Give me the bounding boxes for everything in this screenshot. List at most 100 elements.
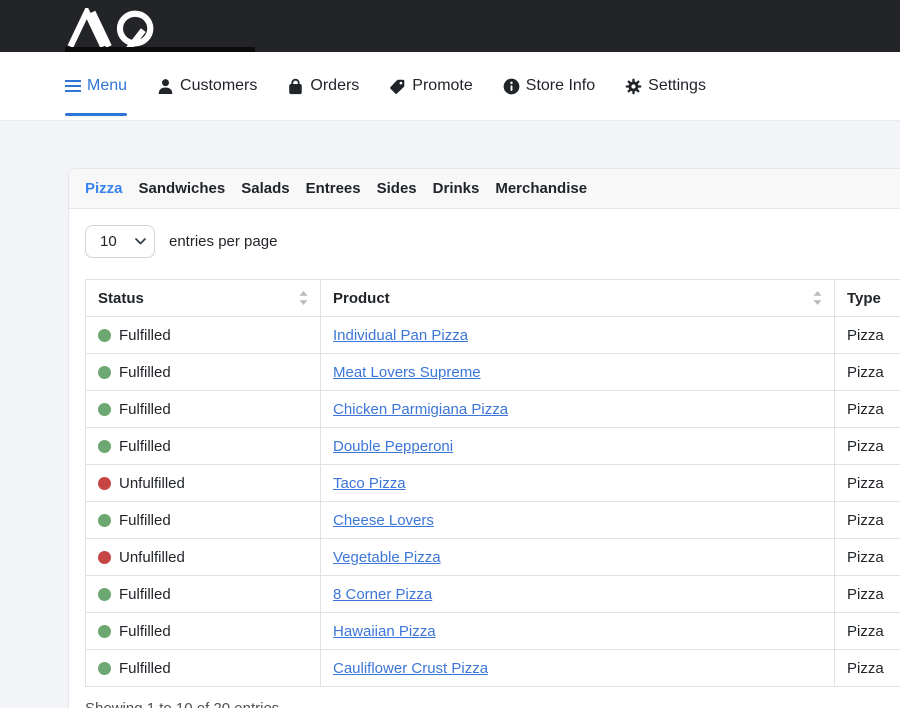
table-row: Unfulfilled Vegetable Pizza Pizza — [86, 539, 900, 576]
status-label: Fulfilled — [119, 512, 171, 529]
table-body: Fulfilled Individual Pan Pizza Pizza — [86, 317, 900, 687]
category-tab[interactable]: Drinks — [433, 180, 480, 197]
nav-item-menu[interactable]: Menu — [65, 52, 127, 120]
type-cell: Pizza — [835, 465, 900, 502]
product-cell: Meat Lovers Supreme — [321, 354, 835, 391]
product-link[interactable]: Meat Lovers Supreme — [333, 364, 481, 381]
status-dot — [98, 403, 111, 416]
status-label: Fulfilled — [119, 586, 171, 603]
shopping-bag-icon — [287, 78, 304, 95]
product-link[interactable]: Chicken Parmigiana Pizza — [333, 401, 508, 418]
card-body: 10 entries per page Status — [69, 209, 900, 708]
category-tab[interactable]: Merchandise — [495, 180, 587, 197]
nav-item-promote[interactable]: Promote — [389, 52, 472, 120]
table-header-row: Status Product — [86, 280, 900, 317]
category-tab[interactable]: Sides — [377, 180, 417, 197]
status-label: Unfulfilled — [119, 549, 185, 566]
status-dot — [98, 662, 111, 675]
product-cell: Chicken Parmigiana Pizza — [321, 391, 835, 428]
product-cell: 8 Corner Pizza — [321, 576, 835, 613]
nav-label: Customers — [180, 78, 257, 94]
column-header-product[interactable]: Product — [321, 280, 835, 317]
column-label: Type — [847, 290, 881, 307]
status-dot — [98, 625, 111, 638]
type-cell: Pizza — [835, 391, 900, 428]
page-content: Pizza Sandwiches Salads Entrees Sides Dr… — [0, 121, 900, 708]
type-cell: Pizza — [835, 502, 900, 539]
type-cell: Pizza — [835, 539, 900, 576]
column-label: Product — [333, 290, 390, 307]
product-cell: Individual Pan Pizza — [321, 317, 835, 354]
status-cell: Fulfilled — [86, 354, 321, 391]
page-size-select[interactable]: 10 — [85, 225, 155, 258]
type-cell: Pizza — [835, 576, 900, 613]
nav-label: Settings — [648, 78, 706, 94]
menu-card: Pizza Sandwiches Salads Entrees Sides Dr… — [68, 168, 900, 708]
product-cell: Hawaiian Pizza — [321, 613, 835, 650]
category-tab[interactable]: Sandwiches — [139, 180, 226, 197]
nav-label: Promote — [412, 78, 472, 94]
type-cell: Pizza — [835, 650, 900, 687]
nav-item-store-info[interactable]: Store Info — [503, 52, 595, 120]
product-link[interactable]: 8 Corner Pizza — [333, 586, 432, 603]
sort-icon[interactable] — [813, 291, 822, 305]
type-cell: Pizza — [835, 613, 900, 650]
product-cell: Taco Pizza — [321, 465, 835, 502]
product-cell: Vegetable Pizza — [321, 539, 835, 576]
product-link[interactable]: Taco Pizza — [333, 475, 406, 492]
app-header — [0, 0, 900, 52]
tag-icon — [389, 78, 406, 95]
status-cell: Unfulfilled — [86, 465, 321, 502]
status-cell: Fulfilled — [86, 502, 321, 539]
status-dot — [98, 551, 111, 564]
product-link[interactable]: Hawaiian Pizza — [333, 623, 436, 640]
entries-per-page-label: entries per page — [169, 233, 277, 250]
table-row: Fulfilled Double Pepperoni Pizza — [86, 428, 900, 465]
nav-label: Menu — [87, 78, 127, 94]
status-cell: Fulfilled — [86, 650, 321, 687]
status-dot — [98, 329, 111, 342]
status-cell: Fulfilled — [86, 317, 321, 354]
product-link[interactable]: Cheese Lovers — [333, 512, 434, 529]
nav-item-settings[interactable]: Settings — [625, 52, 706, 120]
table-row: Fulfilled Meat Lovers Supreme Pizza — [86, 354, 900, 391]
type-cell: Pizza — [835, 354, 900, 391]
category-tab[interactable]: Pizza — [85, 180, 123, 197]
product-link[interactable]: Individual Pan Pizza — [333, 327, 468, 344]
type-cell: Pizza — [835, 317, 900, 354]
status-label: Fulfilled — [119, 623, 171, 640]
status-dot — [98, 477, 111, 490]
page-size-select-wrap: 10 — [85, 225, 155, 258]
table-row: Fulfilled Cheese Lovers Pizza — [86, 502, 900, 539]
product-link[interactable]: Vegetable Pizza — [333, 549, 441, 566]
status-cell: Fulfilled — [86, 613, 321, 650]
product-cell: Double Pepperoni — [321, 428, 835, 465]
type-cell: Pizza — [835, 428, 900, 465]
table-row: Fulfilled Hawaiian Pizza Pizza — [86, 613, 900, 650]
column-header-type[interactable]: Type — [835, 280, 900, 317]
status-dot — [98, 366, 111, 379]
category-tab[interactable]: Salads — [241, 180, 289, 197]
status-dot — [98, 440, 111, 453]
active-nav-underline — [65, 113, 127, 116]
status-cell: Unfulfilled — [86, 539, 321, 576]
table-summary: Showing 1 to 10 of 20 entries — [85, 700, 900, 708]
status-label: Fulfilled — [119, 660, 171, 677]
column-label: Status — [98, 290, 144, 307]
status-cell: Fulfilled — [86, 576, 321, 613]
nav-item-customers[interactable]: Customers — [157, 52, 257, 120]
category-tab[interactable]: Entrees — [306, 180, 361, 197]
brand-logo[interactable] — [65, 6, 255, 52]
category-tab-bar: Pizza Sandwiches Salads Entrees Sides Dr… — [69, 169, 900, 209]
sort-icon[interactable] — [299, 291, 308, 305]
table-row: Fulfilled 8 Corner Pizza Pizza — [86, 576, 900, 613]
product-link[interactable]: Double Pepperoni — [333, 438, 453, 455]
table-row: Unfulfilled Taco Pizza Pizza — [86, 465, 900, 502]
table-row: Fulfilled Cauliflower Crust Pizza Pizza — [86, 650, 900, 687]
nav-item-orders[interactable]: Orders — [287, 52, 359, 120]
product-link[interactable]: Cauliflower Crust Pizza — [333, 660, 488, 677]
column-header-status[interactable]: Status — [86, 280, 321, 317]
nav-label: Store Info — [526, 78, 595, 94]
status-label: Fulfilled — [119, 327, 171, 344]
product-cell: Cauliflower Crust Pizza — [321, 650, 835, 687]
